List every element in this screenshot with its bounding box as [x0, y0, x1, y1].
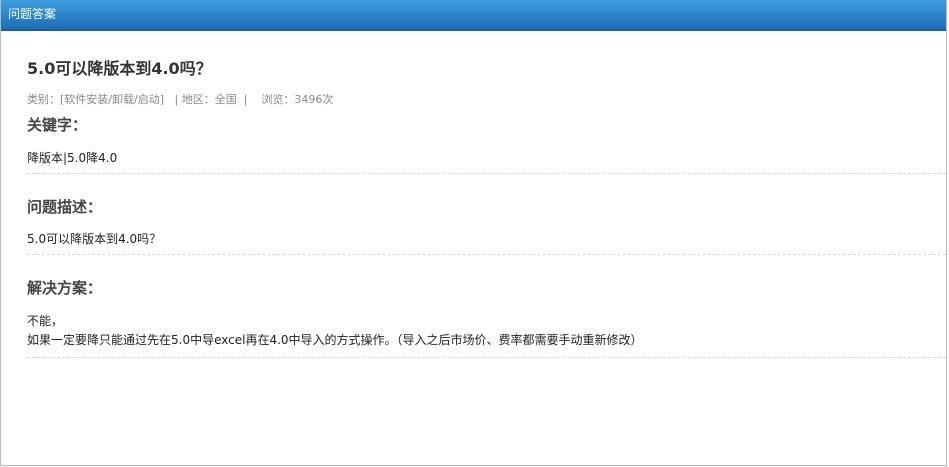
keywords-text: 降版本|5.0降4.0: [27, 151, 118, 165]
keywords-heading: 关键字：: [27, 116, 88, 134]
description-section: 问题描述： 5.0可以降版本到4.0吗？: [27, 174, 946, 255]
meta-category: 类别：[软件安装/卸载/启动]: [27, 93, 164, 106]
solution-heading: 解决方案：: [27, 279, 103, 297]
meta-region: 地区：全国: [181, 93, 237, 106]
answer-panel: 问题答案 5.0可以降版本到4.0吗？ 类别：[软件安装/卸载/启动] | 地区…: [0, 0, 947, 466]
solution-section: 解决方案： 不能， 如果一定要降只能通过先在5.0中导excel再在4.0中导入…: [27, 255, 946, 358]
answer-content: 5.0可以降版本到4.0吗？ 类别：[软件安装/卸载/启动] | 地区：全国 |…: [1, 31, 946, 358]
description-heading: 问题描述：: [27, 198, 103, 216]
meta-views: 浏览：3496次: [261, 93, 334, 106]
panel-title-bar: 问题答案: [1, 0, 946, 31]
question-meta: 类别：[软件安装/卸载/启动] | 地区：全国 | 浏览：3496次: [27, 93, 946, 107]
panel-title: 问题答案: [8, 7, 57, 21]
solution-text: 不能， 如果一定要降只能通过先在5.0中导excel再在4.0中导入的方式操作。…: [27, 298, 946, 357]
keywords-section: 关键字： 降版本|5.0降4.0: [27, 107, 946, 174]
solution-line: 如果一定要降只能通过先在5.0中导excel再在4.0中导入的方式操作。（导入之…: [27, 333, 643, 347]
description-text: 5.0可以降版本到4.0吗？: [27, 232, 162, 246]
question-title: 5.0可以降版本到4.0吗？: [27, 59, 212, 78]
solution-line: 不能，: [27, 314, 64, 328]
